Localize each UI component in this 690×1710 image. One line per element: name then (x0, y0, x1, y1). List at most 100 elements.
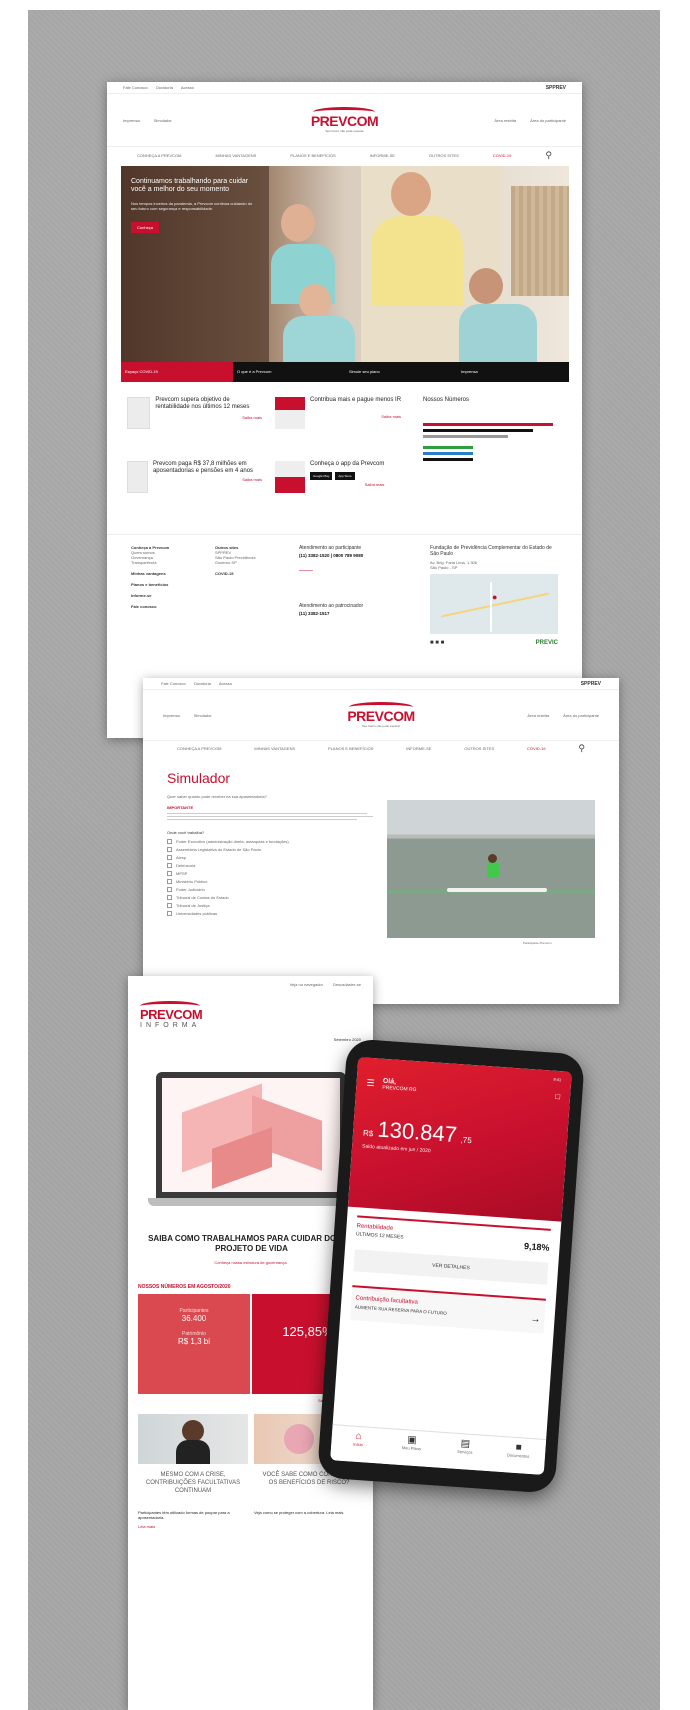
news-card[interactable]: Prevcom supera objetivo de rentabilidade… (127, 397, 262, 455)
unsubscribe-link[interactable]: Descadastre-se (333, 982, 361, 987)
stat-value: R$ 1,3 bi (177, 1337, 211, 1346)
tab-plan[interactable]: ▣ Meu Plano (384, 1429, 440, 1468)
stat-value: 36.400 (181, 1314, 207, 1323)
google-play-badge[interactable]: Google Play (310, 472, 333, 481)
option-checkbox[interactable]: Tribunal de Justiça (167, 903, 381, 908)
prevcom-logo[interactable]: PREVCOM Seu futuro não pode esperar (311, 107, 379, 133)
search-icon[interactable]: ⚲ (578, 743, 585, 754)
news-card[interactable]: Contribua mais e pague menos IR Saiba ma… (275, 397, 410, 455)
headline-link[interactable]: Conheça nossa estrutura de governança (148, 1260, 353, 1265)
topbar-link[interactable]: Ouvidoria (194, 681, 211, 686)
details-button[interactable]: VER DETALHES (353, 1249, 549, 1285)
nav-item[interactable]: CONHEÇA A PREVCOM (137, 153, 181, 158)
tab-covid[interactable]: Espaço COVID-19 (121, 362, 233, 382)
footer-heading[interactable]: Planos e benefícios (131, 582, 197, 587)
option-checkbox[interactable]: Ministério Público (167, 879, 381, 884)
page-title: Simulador (167, 770, 231, 786)
bottom-tabbar: ⌂ Início ▣ Meu Plano ▤ Serviços ■ Docume… (330, 1424, 547, 1475)
spprev-logo: SPPREV (545, 84, 566, 91)
news-title: Contribua mais e pague menos IR (310, 397, 402, 403)
topbar-link[interactable]: Fale Conosco (161, 681, 186, 686)
tab-prevcom[interactable]: O que é a Prevcom (233, 362, 345, 382)
nav-item[interactable]: PLANOS E BENEFÍCIOS (290, 153, 335, 158)
tab-services[interactable]: ▤ Serviços (437, 1433, 493, 1472)
arrow-right-icon[interactable]: → (530, 1314, 541, 1326)
hero-button[interactable]: Conheça (131, 221, 160, 233)
nav-item[interactable]: INFORME-SE (370, 153, 395, 158)
header-link-restrita[interactable]: Área restrita (494, 118, 516, 123)
article-text: Veja como se proteger com a cobertura. L… (254, 1510, 344, 1515)
tab-simule[interactable]: Simule seu plano (345, 362, 457, 382)
social-icons[interactable]: ■ ■ ■ (430, 640, 444, 646)
stat-label: Participantes (179, 1308, 209, 1314)
footer-heading[interactable]: Minhas vantagens (131, 571, 197, 576)
news-card[interactable]: Prevcom paga R$ 37,8 milhões em aposenta… (127, 461, 262, 519)
news-link[interactable]: Saiba mais (153, 477, 262, 482)
search-icon[interactable]: ⚲ (545, 150, 552, 161)
news-thumbnail (275, 397, 305, 429)
contribution-card[interactable]: Contribuição facultativa AUMENTE SUA RES… (349, 1285, 546, 1334)
news-card[interactable]: Conheça o app da Prevcom Google Play App… (275, 461, 410, 519)
nav-item[interactable]: OUTROS SITES (429, 153, 459, 158)
profitability-card: Rentabilidade ÚLTIMOS 12 MESES 9,18% VER… (352, 1215, 551, 1291)
news-link[interactable]: Saiba mais (310, 482, 385, 487)
option-checkbox[interactable]: Alesp (167, 855, 381, 860)
nav-item[interactable]: MINHAS VANTAGENS (254, 746, 295, 751)
nav-item-covid[interactable]: COVID-19 (493, 153, 511, 158)
footer-link[interactable]: Transparência (131, 560, 197, 565)
news-thumbnail (127, 461, 148, 493)
news-link[interactable]: Saiba mais (310, 414, 401, 419)
nav-item[interactable]: INFORME-SE (406, 746, 431, 751)
nav-item[interactable]: CONHEÇA A PREVCOM (177, 746, 221, 751)
footer-heading[interactable]: Fale conosco (131, 604, 197, 609)
phone-screen: 9:41 ☰ Olá, PREVCOM RG □ R$ 130.847 ,75 … (330, 1057, 572, 1475)
nav-item-covid[interactable]: COVID-19 (527, 746, 545, 751)
question-label: Onde você trabalha? (167, 830, 205, 835)
card-subtitle: ÚLTIMOS 12 MESES (355, 1231, 404, 1241)
topbar-link[interactable]: Acesso (219, 681, 232, 686)
option-checkbox[interactable]: Universidades públicas (167, 911, 381, 916)
header-link-participante[interactable]: Área do participante (563, 713, 599, 718)
notification-icon[interactable]: □ (555, 1092, 560, 1101)
topbar-link[interactable]: Fale Conosco (123, 85, 148, 90)
prevcom-logo[interactable]: PREVCOM Seu futuro não pode esperar (347, 702, 415, 728)
tab-imprensa[interactable]: Imprensa (457, 362, 569, 382)
nav-item[interactable]: OUTROS SITES (464, 746, 494, 751)
topbar-link[interactable]: Acesso (181, 85, 194, 90)
footer-link[interactable]: Governo SP (215, 560, 281, 565)
header-link-participante[interactable]: Área do participante (530, 118, 566, 123)
tab-documents[interactable]: ■ Documentos (490, 1436, 546, 1475)
menu-icon[interactable]: ☰ (366, 1078, 375, 1090)
header-link-imprensa[interactable]: Imprensa (123, 118, 140, 123)
option-checkbox[interactable]: Tribunal de Contas do Estado (167, 895, 381, 900)
header-link-simulador[interactable]: Simulador (154, 118, 172, 123)
browser-view-link[interactable]: Veja no navegador (290, 982, 323, 987)
option-checkbox[interactable]: Assembleia Legislativa do Estado de São … (167, 847, 381, 852)
news-title: Prevcom paga R$ 37,8 milhões em aposenta… (152, 461, 254, 475)
map[interactable]: ● (430, 574, 559, 634)
header-link-restrita[interactable]: Área restrita (527, 713, 549, 718)
footer-heading[interactable]: COVID-19 (215, 571, 281, 576)
option-checkbox[interactable]: MPSP (167, 871, 381, 876)
topbar-link[interactable]: Ouvidoria (156, 85, 173, 90)
tab-home[interactable]: ⌂ Início (330, 1425, 386, 1464)
news-link[interactable]: Saiba mais (155, 415, 262, 420)
header-link-simulador[interactable]: Simulador (194, 713, 212, 718)
nav-item[interactable]: PLANOS E BENEFÍCIOS (328, 746, 373, 751)
newsletter-headline: SAIBA COMO TRABALHAMOS PARA CUIDAR DO SE… (148, 1234, 355, 1254)
intro-text: Quer saber quanto pode receber na sua ap… (167, 794, 267, 799)
option-checkbox[interactable]: Defensoria (167, 863, 381, 868)
card-value: 9,18% (523, 1241, 550, 1253)
balance-cents: ,75 (460, 1135, 472, 1146)
header-link-imprensa[interactable]: Imprensa (163, 713, 180, 718)
article-link[interactable]: Leia mais (138, 1524, 155, 1529)
footer-heading[interactable]: Informe-se (131, 593, 197, 598)
footer-email[interactable]: ⎯⎯⎯⎯⎯⎯⎯ (299, 568, 412, 573)
important-text (167, 813, 381, 820)
option-checkbox[interactable]: Poder Executivo (administração direta, a… (167, 839, 381, 844)
nav-item[interactable]: MINHAS VANTAGENS (216, 153, 257, 158)
option-checkbox[interactable]: Poder Judiciário (167, 887, 381, 892)
balance-value: 130.847 (376, 1116, 458, 1148)
app-store-badge[interactable]: App Store (335, 472, 355, 481)
news-grid: Prevcom supera objetivo de rentabilidade… (127, 397, 567, 517)
